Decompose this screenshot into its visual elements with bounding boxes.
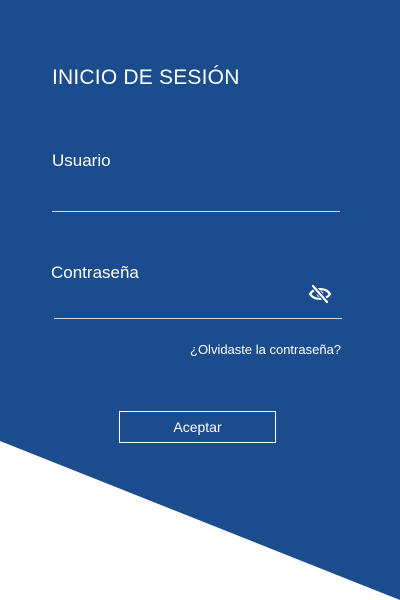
- page-title: INICIO DE SESIÓN: [52, 66, 240, 89]
- eye-off-icon[interactable]: [308, 283, 332, 305]
- password-input[interactable]: [54, 290, 304, 314]
- password-label: Contraseña: [51, 263, 139, 282]
- username-underline: [52, 211, 340, 212]
- username-input[interactable]: [52, 186, 340, 210]
- password-underline: [54, 318, 342, 319]
- accept-button[interactable]: Aceptar: [119, 411, 276, 443]
- forgot-password-link[interactable]: ¿Olvidaste la contraseña?: [190, 342, 341, 357]
- login-screen: INICIO DE SESIÓN Usuario Contraseña ¿Olv…: [0, 0, 400, 600]
- eye-off-icon-graphic: [308, 283, 332, 305]
- username-label: Usuario: [52, 151, 111, 170]
